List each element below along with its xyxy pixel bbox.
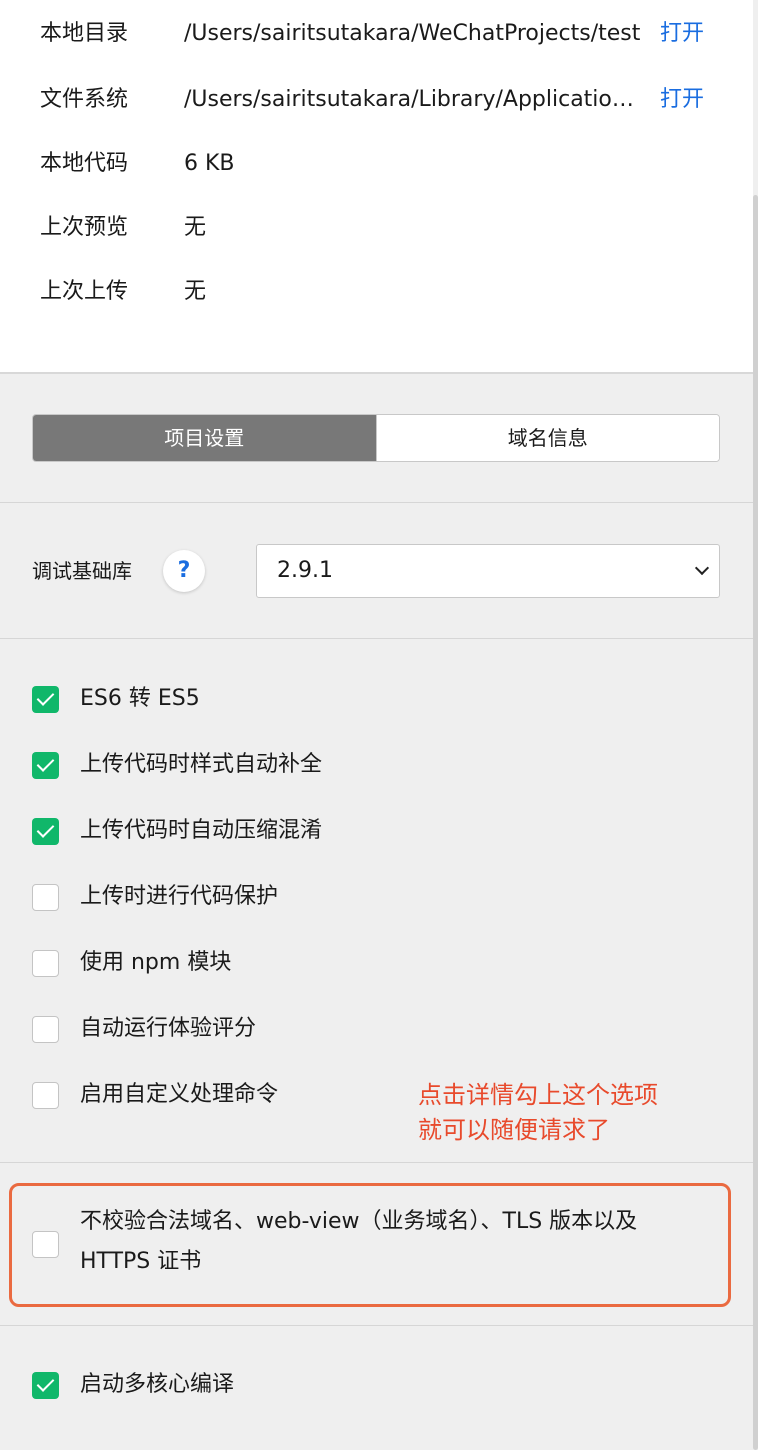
debug-lib-version: 2.9.1 — [277, 558, 333, 583]
settings-tab-switch: 项目设置 域名信息 — [32, 414, 720, 462]
option-label: 上传代码时自动压缩混淆 — [80, 818, 323, 843]
option-label: 上传代码时样式自动补全 — [80, 752, 323, 777]
divider — [0, 1162, 753, 1163]
local-code-size: 6 KB — [184, 151, 235, 176]
info-row-last-upload: 上次上传 无 — [0, 272, 753, 312]
option-label: 启用自定义处理命令 — [80, 1082, 279, 1107]
divider — [0, 502, 753, 503]
annotation-note: 点击详情勾上这个选项 就可以随便请求了 — [418, 1078, 718, 1148]
info-row-local-code: 本地代码 6 KB — [0, 144, 753, 184]
debug-lib-version-select[interactable]: 2.9.1 — [256, 544, 720, 598]
tab-project-settings[interactable]: 项目设置 — [33, 415, 376, 461]
tab-domain-info[interactable]: 域名信息 — [375, 415, 719, 461]
local-dir-path: /Users/sairitsutakara/WeChatProjects/tes… — [184, 21, 641, 46]
checkbox-custom-command[interactable] — [32, 1082, 59, 1109]
option-minify: 上传代码时自动压缩混淆 — [32, 813, 712, 853]
last-upload-value: 无 — [184, 279, 207, 304]
checkbox-minify[interactable] — [32, 818, 59, 845]
divider — [0, 638, 753, 639]
option-label: 使用 npm 模块 — [80, 950, 232, 975]
open-file-system-link[interactable]: 打开 — [660, 80, 704, 120]
debug-lib-label: 调试基础库 — [32, 559, 132, 583]
checkbox-auto-audit[interactable] — [32, 1016, 59, 1043]
checkbox-style-autocomplete[interactable] — [32, 752, 59, 779]
option-label: 自动运行体验评分 — [80, 1016, 257, 1041]
option-npm: 使用 npm 模块 — [32, 945, 712, 985]
open-local-dir-link[interactable]: 打开 — [660, 14, 704, 54]
checkbox-skip-domain-check[interactable] — [32, 1231, 59, 1258]
checkbox-npm[interactable] — [32, 950, 59, 977]
option-label: 上传时进行代码保护 — [80, 884, 279, 909]
option-label: ES6 转 ES5 — [80, 686, 200, 711]
project-info-panel: 本地目录 /Users/sairitsutakara/WeChatProject… — [0, 0, 753, 374]
divider — [0, 1325, 753, 1326]
info-label: 本地代码 — [40, 151, 129, 176]
option-label: 启动多核心编译 — [80, 1372, 235, 1397]
option-multicore-compile: 启动多核心编译 — [32, 1367, 712, 1407]
checkbox-code-protect[interactable] — [32, 884, 59, 911]
scrollbar[interactable] — [753, 195, 758, 1450]
help-icon[interactable]: ? — [163, 550, 205, 592]
option-style-autocomplete: 上传代码时样式自动补全 — [32, 747, 712, 787]
option-es6-to-es5: ES6 转 ES5 — [32, 681, 712, 721]
checkbox-multicore-compile[interactable] — [32, 1372, 59, 1399]
info-label: 上次上传 — [40, 279, 129, 304]
info-row-local-dir: 本地目录 /Users/sairitsutakara/WeChatProject… — [0, 14, 753, 54]
annotation-line: 点击详情勾上这个选项 — [418, 1081, 658, 1109]
info-row-file-system: 文件系统 /Users/sairitsutakara/Library/Appli… — [0, 80, 753, 120]
file-system-path: /Users/sairitsutakara/Library/Applicatio… — [184, 87, 642, 112]
info-label: 上次预览 — [40, 215, 129, 240]
skip-domain-check-label: 不校验合法域名、web-view（业务域名）、TLS 版本以及 HTTPS 证书 — [80, 1209, 638, 1274]
chevron-down-icon — [694, 560, 710, 576]
last-preview-value: 无 — [184, 215, 207, 240]
info-row-last-preview: 上次预览 无 — [0, 208, 753, 248]
checkbox-es6-to-es5[interactable] — [32, 686, 59, 713]
option-auto-audit: 自动运行体验评分 — [32, 1011, 712, 1051]
annotation-line: 就可以随便请求了 — [418, 1116, 610, 1144]
info-label: 文件系统 — [40, 87, 129, 112]
info-label: 本地目录 — [40, 21, 129, 46]
option-code-protect: 上传时进行代码保护 — [32, 879, 712, 919]
